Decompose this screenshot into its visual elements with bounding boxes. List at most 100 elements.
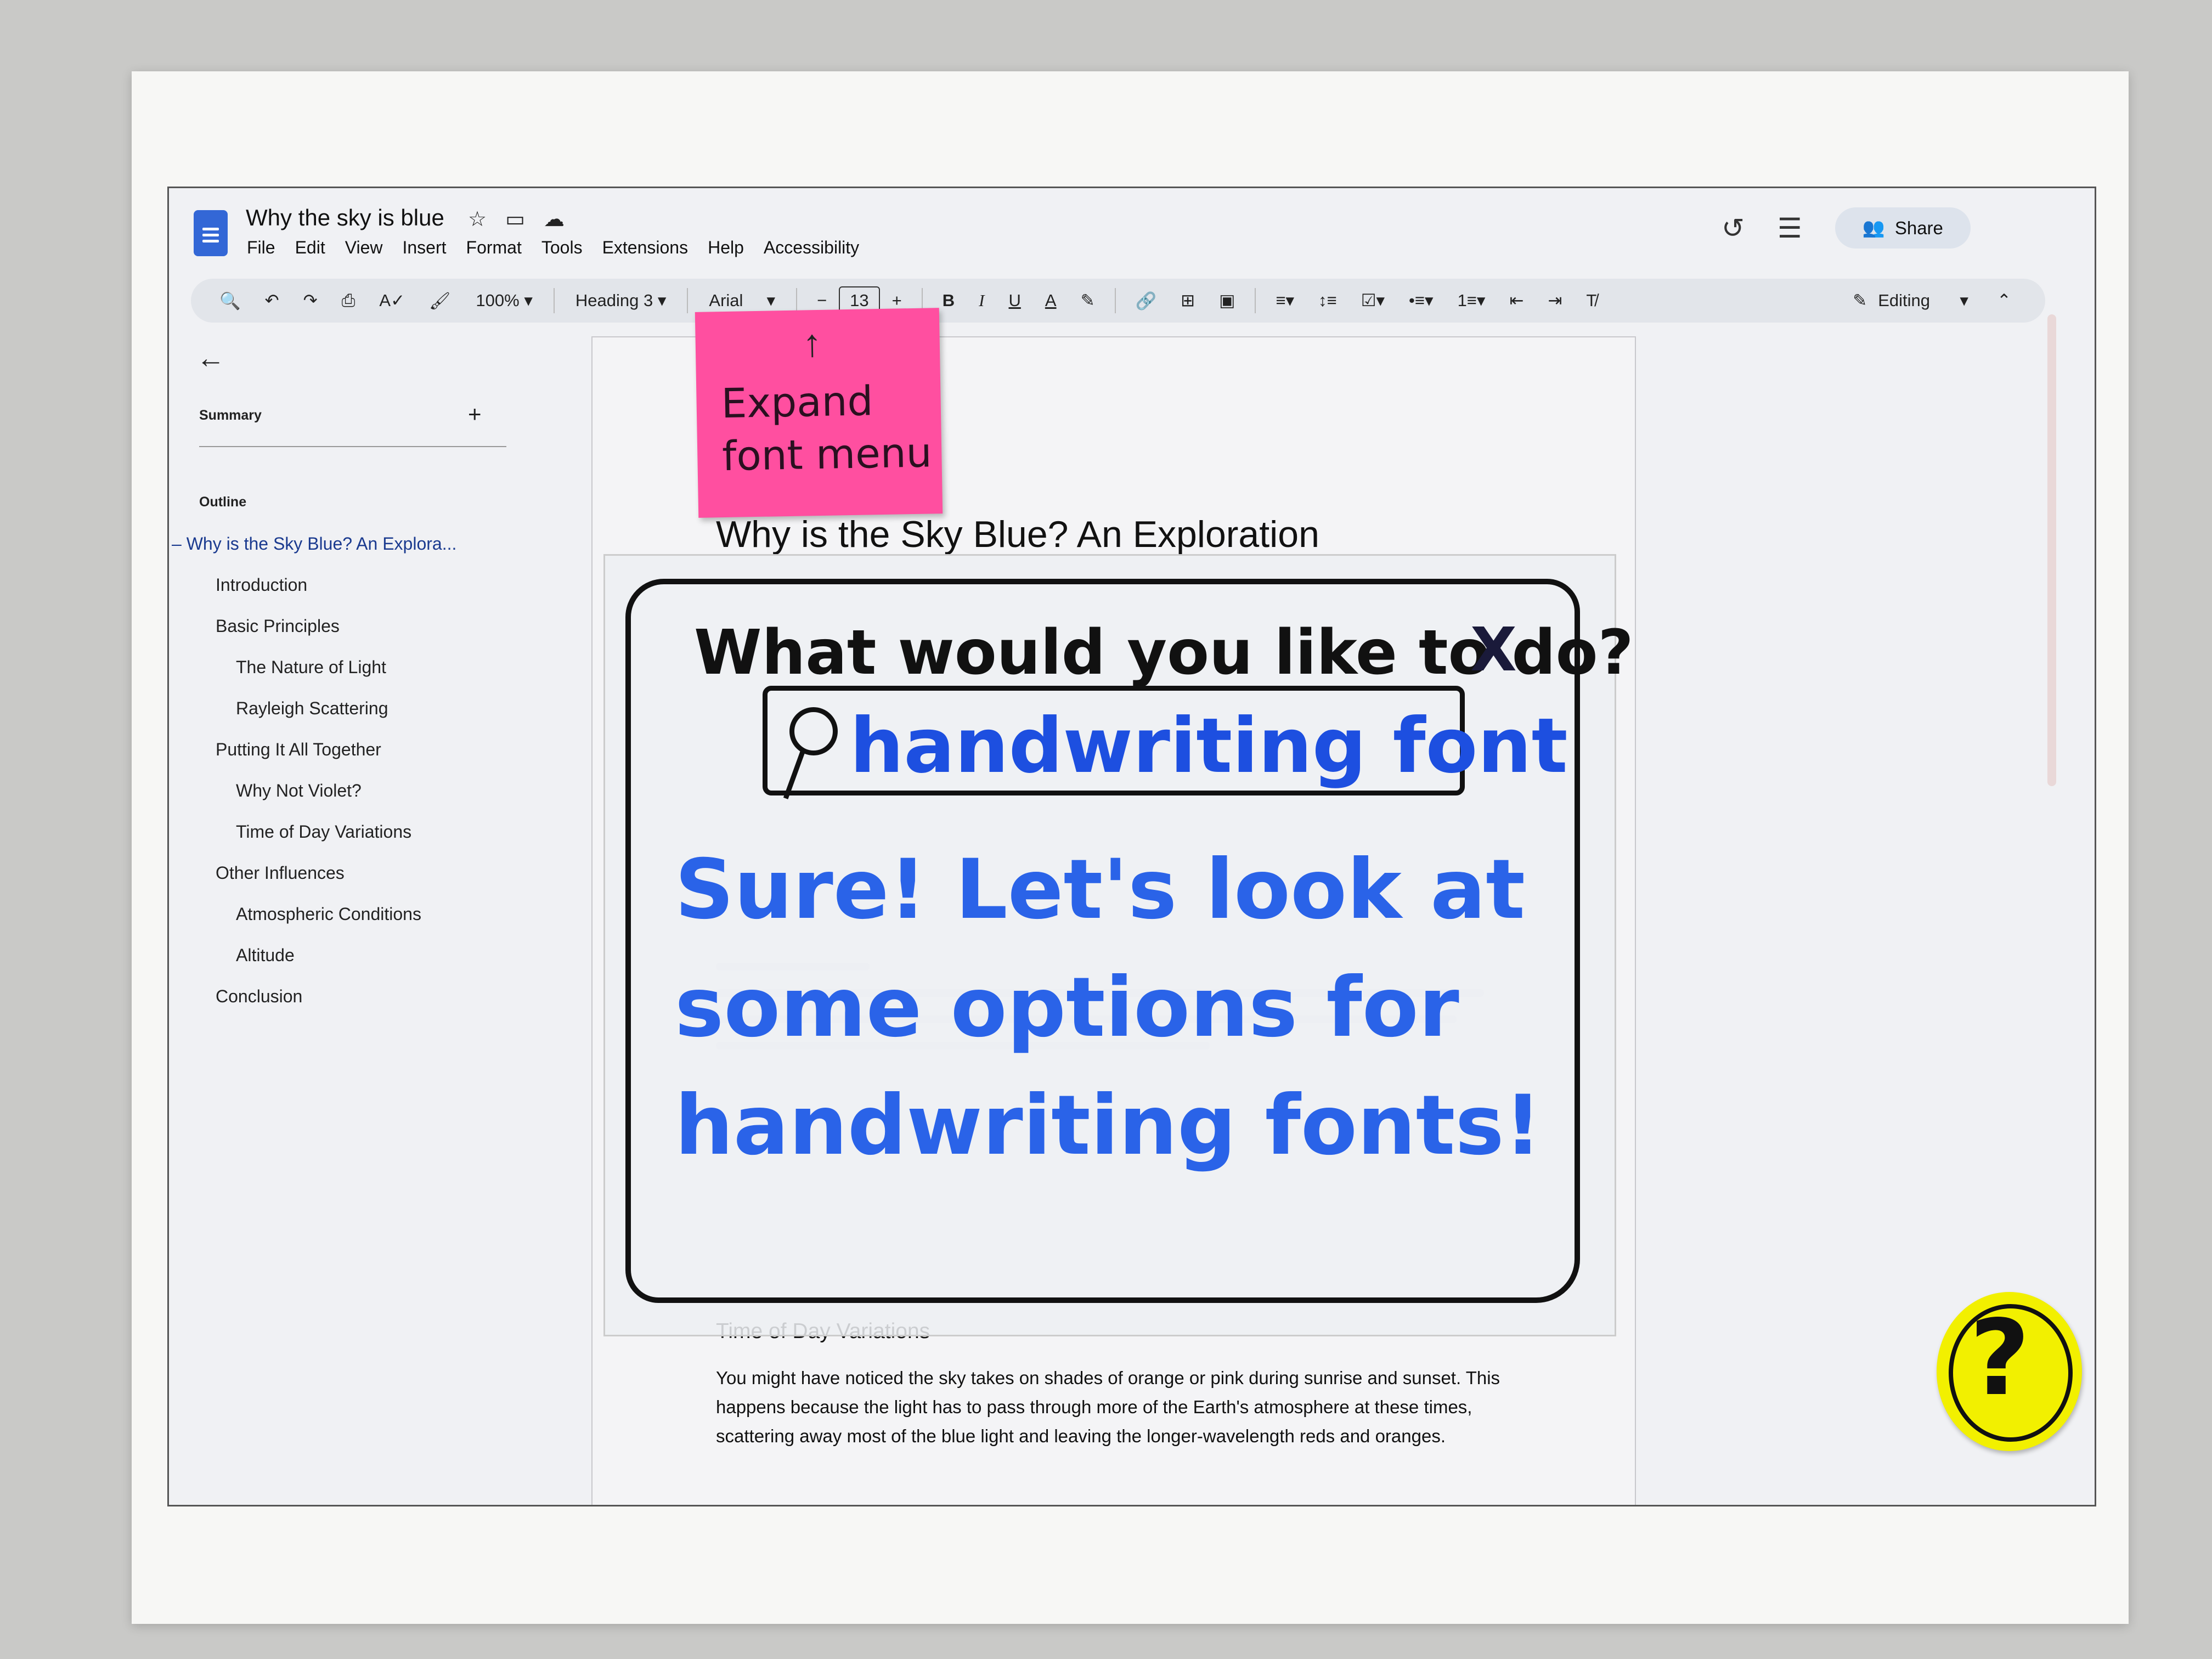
outline-item[interactable]: Altitude: [236, 945, 295, 966]
outline-item-label: Conclusion: [216, 986, 303, 1006]
toolbar-divider: [687, 288, 689, 313]
sticky-line: font menu: [721, 429, 933, 481]
outline-item-label: Altitude: [236, 945, 295, 965]
outline-item[interactable]: Rayleigh Scattering: [236, 698, 388, 719]
text-color-icon[interactable]: A: [1033, 291, 1069, 311]
add-comment-icon[interactable]: ⊞: [1169, 291, 1207, 311]
editing-mode-label: Editing: [1878, 291, 1930, 310]
decrease-font-size-icon[interactable]: −: [805, 291, 839, 311]
menu-edit[interactable]: Edit: [295, 238, 325, 258]
clear-formatting-icon[interactable]: T̸: [1574, 291, 1609, 311]
sticky-note: ↑ Expand font menu: [695, 308, 943, 518]
menu-insert[interactable]: Insert: [402, 238, 446, 258]
checklist-icon[interactable]: ☑▾: [1349, 291, 1397, 311]
spellcheck-icon[interactable]: A✓: [367, 291, 417, 311]
style-select[interactable]: Heading 3 ▾: [562, 291, 680, 311]
menu-tools[interactable]: Tools: [541, 238, 583, 258]
collapse-dash-icon[interactable]: –: [172, 534, 187, 554]
header-actions: ↺ ☰ 👥 Share: [1722, 207, 1971, 249]
outline-item-label: Rayleigh Scattering: [236, 698, 388, 718]
scrollbar[interactable]: [2047, 314, 2056, 786]
menu-extensions[interactable]: Extensions: [602, 238, 689, 258]
align-icon[interactable]: ≡▾: [1263, 291, 1306, 311]
outline-item[interactable]: Time of Day Variations: [236, 822, 411, 842]
underline-icon[interactable]: U: [996, 291, 1032, 311]
help-button[interactable]: ?: [1937, 1292, 2082, 1451]
star-icon[interactable]: ☆: [468, 207, 487, 232]
bulleted-list-icon[interactable]: •≡▾: [1397, 291, 1446, 311]
add-summary-icon[interactable]: +: [468, 401, 482, 427]
toolbar-divider: [1114, 288, 1116, 313]
search-icon: [789, 707, 838, 755]
editing-mode-select[interactable]: ✎ Editing ▾: [1853, 291, 1968, 311]
menu-file[interactable]: File: [247, 238, 275, 258]
outline-label: Outline: [199, 494, 247, 510]
sticky-line: Expand: [720, 377, 874, 428]
paint-format-icon[interactable]: 🖌: [417, 291, 462, 311]
outline-item[interactable]: – Why is the Sky Blue? An Explora...: [172, 534, 456, 554]
menu-bar: File Edit View Insert Format Tools Exten…: [247, 238, 859, 258]
dialog-search-input[interactable]: handwriting font: [763, 686, 1568, 795]
section-paragraph: You might have noticed the sky takes on …: [716, 1368, 1500, 1446]
menu-format[interactable]: Format: [466, 238, 522, 258]
outline-item-label: Introduction: [216, 575, 308, 595]
outline-item-label: Other Influences: [216, 863, 345, 883]
search-menus-icon[interactable]: 🔍: [207, 291, 253, 311]
menu-view[interactable]: View: [345, 238, 383, 258]
sticky-note-text: Expand font menu: [721, 374, 932, 483]
outline-item-label: Putting It All Together: [216, 740, 381, 759]
menu-help[interactable]: Help: [708, 238, 744, 258]
decrease-indent-icon[interactable]: ⇤: [1497, 291, 1536, 311]
zoom-value: 100%: [476, 291, 520, 310]
menu-accessibility[interactable]: Accessibility: [764, 238, 859, 258]
share-button[interactable]: 👥 Share: [1835, 207, 1971, 249]
outline-item[interactable]: Why Not Violet?: [236, 781, 362, 801]
highlight-icon[interactable]: ✎: [1069, 291, 1107, 311]
assistant-reply: Sure! Let's look at some options for han…: [675, 842, 1542, 1173]
toolbar-divider: [1255, 288, 1256, 313]
outline-item[interactable]: Putting It All Together: [216, 740, 381, 760]
outline-item[interactable]: Introduction: [216, 575, 307, 595]
divider: [199, 446, 506, 447]
italic-icon[interactable]: I: [967, 291, 996, 311]
zoom-select[interactable]: 100% ▾: [462, 291, 545, 311]
print-icon[interactable]: ⎙: [330, 291, 368, 311]
style-value: Heading 3: [575, 291, 653, 310]
outline-item-label: Why Not Violet?: [236, 781, 362, 800]
outline-item-label: Basic Principles: [216, 616, 340, 636]
document-heading: Why is the Sky Blue? An Exploration: [716, 514, 1319, 555]
font-select[interactable]: Arial ▾: [696, 291, 788, 311]
comments-icon[interactable]: ☰: [1778, 212, 1802, 244]
outline-item[interactable]: The Nature of Light: [236, 657, 386, 678]
outline-item-label: Why is the Sky Blue? An Explora...: [186, 534, 457, 554]
increase-indent-icon[interactable]: ⇥: [1536, 291, 1574, 311]
move-folder-icon[interactable]: ▭: [505, 207, 525, 232]
link-icon[interactable]: 🔗: [1124, 291, 1169, 311]
cloud-status-icon[interactable]: ☁: [544, 207, 565, 232]
outline-item[interactable]: Other Influences: [216, 863, 345, 883]
search-input-value: handwriting font: [850, 702, 1568, 790]
collapse-toolbar-icon[interactable]: ⌃: [1985, 291, 2023, 311]
document-title[interactable]: Why the sky is blue: [246, 205, 444, 231]
back-arrow-icon[interactable]: ←: [196, 342, 225, 375]
pencil-icon: ✎: [1853, 291, 1867, 310]
redo-icon[interactable]: ↷: [291, 291, 330, 311]
toolbar: 🔍 ↶ ↷ ⎙ A✓ 🖌 100% ▾ Heading 3 ▾ Arial ▾ …: [191, 279, 2045, 323]
share-label: Share: [1894, 217, 1943, 238]
question-mark-icon: ?: [1970, 1297, 2030, 1419]
outline-item[interactable]: Basic Principles: [216, 616, 340, 636]
arrow-up-icon: ↑: [802, 321, 822, 365]
outline-item-label: Time of Day Variations: [236, 822, 412, 842]
outline-item[interactable]: Atmospheric Conditions: [236, 904, 421, 924]
outline-item[interactable]: Conclusion: [216, 986, 302, 1007]
line-spacing-icon[interactable]: ↕≡: [1306, 291, 1349, 311]
docs-logo-icon: [194, 210, 228, 256]
numbered-list-icon[interactable]: 1≡▾: [1446, 291, 1498, 311]
increase-font-size-icon[interactable]: +: [880, 291, 914, 311]
people-icon: 👥: [1862, 217, 1885, 238]
version-history-icon[interactable]: ↺: [1722, 212, 1745, 244]
close-icon[interactable]: X: [1470, 614, 1517, 685]
font-value: Arial: [709, 291, 743, 310]
undo-icon[interactable]: ↶: [253, 291, 291, 311]
insert-image-icon[interactable]: ▣: [1207, 291, 1247, 311]
